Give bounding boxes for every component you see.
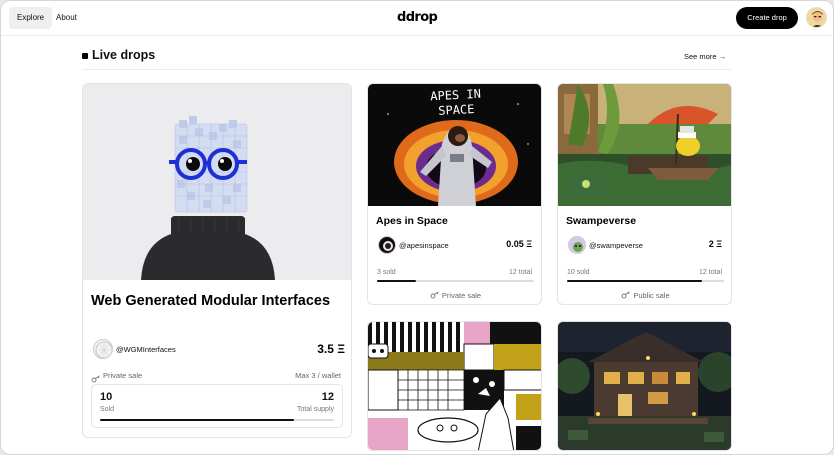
drop-image-4 [558, 322, 731, 450]
drop-title[interactable]: Swampeverse [566, 215, 636, 227]
featured-drop-title[interactable]: Web Generated Modular Interfaces [91, 292, 341, 311]
drop-image-apes-in-space: APES IN SPACE [368, 84, 541, 206]
sale-type: Private sale [368, 291, 541, 300]
section-divider [82, 69, 731, 70]
creator-avatar[interactable] [378, 236, 396, 254]
drop-image-swampeverse [558, 84, 731, 206]
key-icon [621, 291, 631, 299]
featured-drop-card[interactable]: Web Generated Modular Interfaces @WGMInt… [82, 83, 352, 438]
featured-progress-bar [100, 419, 334, 421]
creator-handle[interactable]: @swampeverse [589, 241, 643, 250]
drop-image-caption: APES IN SPACE [429, 86, 482, 118]
nav-explore[interactable]: Explore [9, 7, 53, 29]
drop-progress-bar [567, 280, 724, 282]
featured-drop-image [83, 84, 351, 280]
drop-price: 0.05 Ξ [506, 239, 532, 249]
drop-progress-fill [567, 280, 703, 282]
total-supply-count: 12 [321, 391, 334, 403]
featured-creator-handle[interactable]: @WGMInterfaces [116, 345, 176, 354]
drop-price: 2 Ξ [708, 239, 722, 249]
top-nav: Explore About ddrop Create drop [1, 1, 833, 36]
section-title: Live drops [92, 48, 156, 62]
section-bullet [82, 53, 88, 59]
drop-card-apes-in-space[interactable]: APES IN SPACE Apes in Space @apesinspace… [367, 83, 542, 305]
total-supply-label: Total supply [297, 406, 334, 413]
sold-label: Sold [100, 406, 115, 413]
drop-progress-bar [377, 280, 534, 282]
featured-sale-type: Private sale [103, 371, 143, 380]
create-drop-button[interactable]: Create drop [736, 7, 798, 29]
sale-type-label: Public sale [633, 291, 670, 300]
total-count: 12 total [699, 269, 722, 276]
logo[interactable]: ddrop [397, 10, 438, 25]
sale-type-label: Private sale [441, 291, 482, 300]
featured-price: 3.5 Ξ [317, 342, 345, 356]
nav-about[interactable]: About [48, 7, 85, 29]
drop-image-3 [368, 322, 541, 450]
drop-card-4[interactable] [557, 321, 732, 451]
featured-stats-box: 10 Sold 12 Total supply [91, 384, 343, 428]
drop-card-swampeverse[interactable]: Swampeverse @swampeverse 2 Ξ 10 sold 12 … [557, 83, 732, 305]
see-more-link[interactable]: See more → [684, 52, 726, 61]
sale-type: Public sale [558, 291, 731, 300]
creator-handle[interactable]: @apesinspace [399, 241, 449, 250]
app-window: Explore About ddrop Create drop Live dro… [0, 0, 834, 455]
key-icon [430, 291, 439, 299]
sold-count: 10 sold [567, 269, 590, 276]
creator-avatar[interactable] [93, 339, 113, 359]
featured-progress-fill [100, 419, 295, 421]
creator-avatar[interactable] [568, 236, 586, 254]
sold-count: 3 sold [377, 269, 396, 276]
featured-max-per-wallet: Max 3 / wallet [295, 371, 341, 380]
user-avatar[interactable] [806, 7, 827, 28]
drop-progress-fill [377, 280, 417, 282]
total-count: 12 total [509, 269, 532, 276]
drop-title[interactable]: Apes in Space [376, 215, 448, 227]
drop-card-3[interactable] [367, 321, 542, 451]
sold-count: 10 [100, 391, 113, 403]
